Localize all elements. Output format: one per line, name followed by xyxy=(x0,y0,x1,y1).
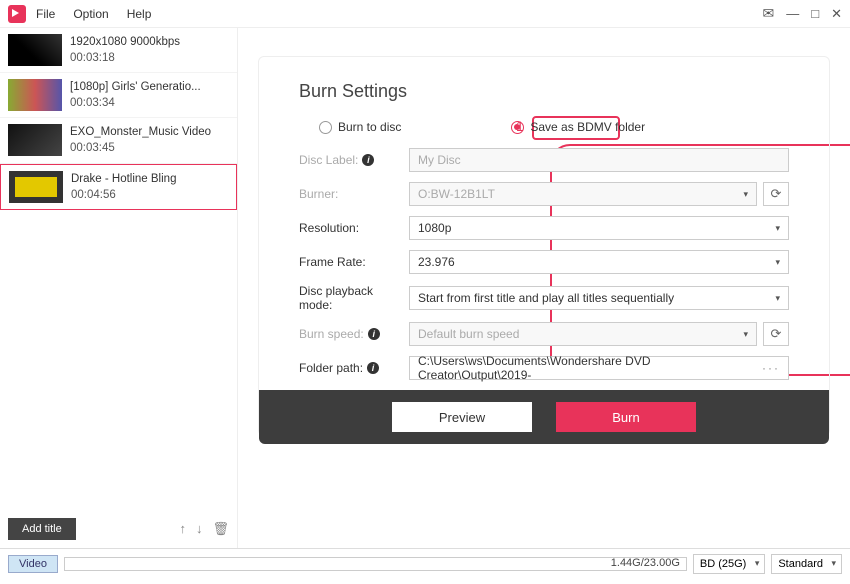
maximize-icon[interactable]: □ xyxy=(811,6,819,21)
burner-label: Burner: xyxy=(299,187,409,201)
resolution-label: Resolution: xyxy=(299,221,409,235)
item-duration: 00:03:45 xyxy=(70,140,211,156)
info-icon[interactable]: i xyxy=(368,328,380,340)
thumbnail xyxy=(8,79,62,111)
list-item[interactable]: Drake - Hotline Bling 00:04:56 xyxy=(0,164,237,210)
list-item[interactable]: [1080p] Girls' Generatio... 00:03:34 xyxy=(0,73,237,118)
add-title-button[interactable]: Add title xyxy=(8,518,76,540)
playback-select[interactable]: Start from first title and play all titl… xyxy=(409,286,789,310)
move-down-icon[interactable]: ↓ xyxy=(196,521,203,537)
feedback-icon[interactable]: ✉ xyxy=(763,5,775,22)
disc-label-label: Disc Label:i xyxy=(299,153,409,167)
list-item[interactable]: 1920x1080 9000kbps 00:03:18 xyxy=(0,28,237,73)
video-tab[interactable]: Video xyxy=(8,555,58,573)
folder-path-field[interactable]: C:\Users\ws\Documents\Wondershare DVD Cr… xyxy=(409,356,789,380)
item-duration: 00:04:56 xyxy=(71,187,176,203)
info-icon[interactable]: i xyxy=(362,154,374,166)
burn-button[interactable]: Burn xyxy=(556,402,696,432)
item-duration: 00:03:34 xyxy=(70,95,201,111)
quality-select[interactable]: Standard xyxy=(771,554,842,574)
menu-option[interactable]: Option xyxy=(73,7,108,21)
close-icon[interactable]: ✕ xyxy=(831,6,842,22)
radio-label: Burn to disc xyxy=(338,120,401,134)
app-icon xyxy=(8,5,26,23)
size-text: 1.44G/23.00G xyxy=(611,557,680,569)
item-duration: 00:03:18 xyxy=(70,50,180,66)
menu-file[interactable]: File xyxy=(36,7,55,21)
radio-save-bdmv[interactable]: Save as BDMV folder xyxy=(511,120,645,134)
refresh-speed-icon[interactable]: ⟳ xyxy=(763,322,789,346)
info-icon[interactable]: i xyxy=(367,362,379,374)
preview-button[interactable]: Preview xyxy=(392,402,532,432)
size-progress: 1.44G/23.00G xyxy=(64,557,687,571)
minimize-icon[interactable]: ― xyxy=(786,6,799,21)
menu-help[interactable]: Help xyxy=(127,7,152,21)
resolution-select[interactable]: 1080p▾ xyxy=(409,216,789,240)
burnspeed-select[interactable]: Default burn speed▾ xyxy=(409,322,757,346)
folder-label: Folder path:i xyxy=(299,361,409,375)
thumbnail xyxy=(8,124,62,156)
framerate-label: Frame Rate: xyxy=(299,255,409,269)
thumbnail xyxy=(8,34,62,66)
panel-heading: Burn Settings xyxy=(299,81,789,102)
delete-icon[interactable]: 🗑 xyxy=(212,521,229,537)
disc-type-select[interactable]: BD (25G) xyxy=(693,554,765,574)
item-title: [1080p] Girls' Generatio... xyxy=(70,79,201,95)
burnspeed-label: Burn speed:i xyxy=(299,327,409,341)
burner-select[interactable]: O:BW-12B1LT▾ xyxy=(409,182,757,206)
radio-burn-to-disc[interactable]: Burn to disc xyxy=(319,120,401,134)
browse-icon[interactable]: ··· xyxy=(762,361,780,375)
move-up-icon[interactable]: ↑ xyxy=(179,521,186,537)
item-title: Drake - Hotline Bling xyxy=(71,171,176,187)
list-item[interactable]: EXO_Monster_Music Video 00:03:45 xyxy=(0,118,237,163)
radio-icon xyxy=(511,121,524,134)
radio-icon xyxy=(319,121,332,134)
playback-label: Disc playback mode: xyxy=(299,284,409,312)
disc-label-input[interactable] xyxy=(409,148,789,172)
item-title: 1920x1080 9000kbps xyxy=(70,34,180,50)
title-list: 1920x1080 9000kbps 00:03:18 [1080p] Girl… xyxy=(0,28,237,510)
framerate-select[interactable]: 23.976▾ xyxy=(409,250,789,274)
refresh-burner-icon[interactable]: ⟳ xyxy=(763,182,789,206)
item-title: EXO_Monster_Music Video xyxy=(70,124,211,140)
radio-label: Save as BDMV folder xyxy=(530,120,645,134)
thumbnail xyxy=(9,171,63,203)
